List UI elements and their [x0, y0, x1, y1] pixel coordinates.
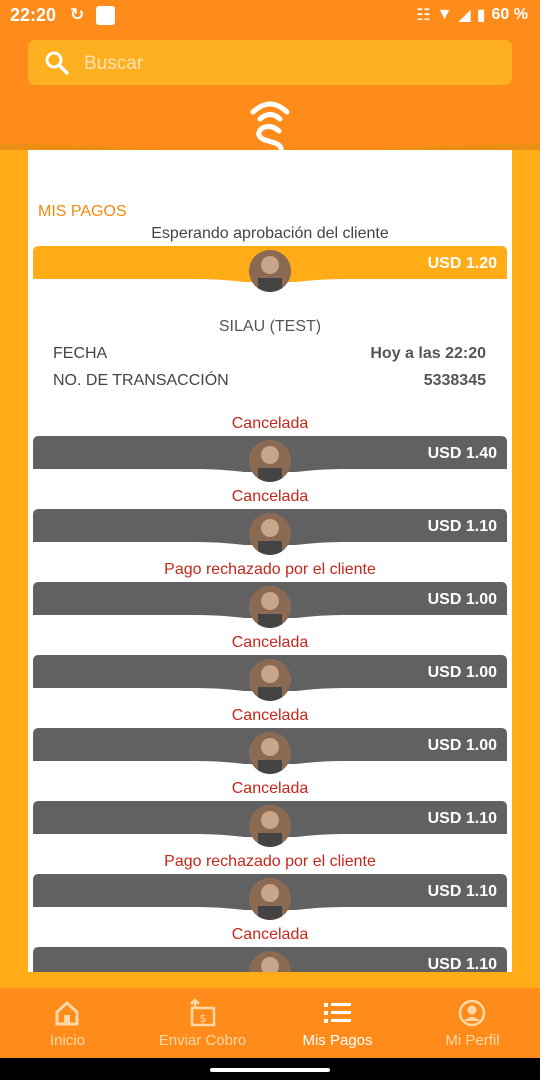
battery-level: 60 % — [491, 6, 528, 23]
clock: 22:20 — [10, 5, 57, 25]
signal-icon: ◢ — [458, 7, 471, 24]
system-icons: ☷ ▼ ◢ ▮ 60 % — [416, 5, 528, 25]
payment-bar[interactable]: USD 1.10 — [33, 801, 507, 847]
section-title: MIS PAGOS — [38, 203, 127, 220]
payment-amount: USD 1.10 — [427, 883, 497, 900]
avatar — [249, 659, 291, 701]
search-bar[interactable]: Buscar — [28, 40, 512, 85]
home-icon — [55, 1000, 79, 1026]
list-icon — [324, 1003, 351, 1023]
payment-status: Pago rechazado por el cliente — [164, 561, 376, 578]
nav-label: Mis Pagos — [302, 1032, 373, 1049]
profile-icon — [458, 999, 486, 1027]
wifi-icon: ▼ — [436, 6, 453, 23]
nav-item-enviar-cobro[interactable]: $ Enviar Cobro — [135, 988, 270, 1058]
payment-bar[interactable]: USD 1.20 — [33, 246, 507, 292]
payment-bar[interactable]: USD 1.00 — [33, 728, 507, 774]
vibrate-icon: ☷ — [416, 7, 431, 24]
payment-bar[interactable]: USD 1.40 — [33, 436, 507, 482]
payments-card: MIS PAGOS Esperando aprobación del clien… — [28, 150, 512, 972]
payment-amount: USD 1.40 — [427, 445, 497, 462]
battery-icon: ▮ — [476, 7, 486, 24]
payment-amount: USD 1.10 — [427, 956, 497, 972]
avatar — [249, 732, 291, 774]
payment-amount: USD 1.10 — [427, 518, 497, 535]
avatar — [249, 878, 291, 920]
transaction-value: 5338345 — [423, 372, 486, 389]
nav-item-inicio[interactable]: Inicio — [0, 988, 135, 1058]
avatar — [249, 586, 291, 628]
invoice-icon: $ — [190, 998, 216, 1027]
svg-text:$: $ — [200, 1012, 207, 1025]
payment-bar[interactable]: USD 1.00 — [33, 655, 507, 701]
nav-item-mis-pagos[interactable]: Mis Pagos — [270, 988, 405, 1058]
notification-icon — [96, 6, 115, 25]
payment-amount: USD 1.00 — [427, 664, 497, 681]
avatar — [249, 513, 291, 555]
date-label: FECHA — [53, 345, 108, 362]
avatar — [249, 440, 291, 482]
payment-amount: USD 1.20 — [427, 255, 497, 272]
avatar — [249, 805, 291, 847]
search-input[interactable]: Buscar — [84, 53, 143, 75]
search-icon — [45, 51, 69, 75]
payment-status: Pago rechazado por el cliente — [164, 853, 376, 870]
payment-status: Cancelada — [231, 634, 309, 651]
payment-status: Esperando aprobación del cliente — [151, 225, 389, 242]
payment-status: Cancelada — [231, 415, 309, 432]
date-value: Hoy a las 22:20 — [370, 345, 486, 362]
payment-status: Cancelada — [231, 926, 309, 943]
payment-bar[interactable]: USD 1.10 — [33, 874, 507, 920]
sync-icon: ↻ — [70, 5, 85, 24]
payment-bar[interactable]: USD 1.10 — [33, 947, 507, 972]
system-nav-bar — [0, 1058, 540, 1080]
avatar — [249, 250, 291, 292]
payment-status: Cancelada — [231, 488, 309, 505]
bottom-nav: Inicio $ Enviar Cobro Mis Pagos Mi Perfi… — [0, 988, 540, 1058]
transaction-label: NO. DE TRANSACCIÓN — [53, 372, 229, 389]
nav-label: Enviar Cobro — [158, 1032, 247, 1049]
payment-status: Cancelada — [231, 707, 309, 724]
nav-label: Inicio — [49, 1032, 86, 1049]
payment-bar[interactable]: USD 1.00 — [33, 582, 507, 628]
payment-amount: USD 1.00 — [427, 737, 497, 754]
payment-amount: USD 1.00 — [427, 591, 497, 608]
home-gesture-handle[interactable] — [210, 1068, 330, 1072]
nav-item-mi-perfil[interactable]: Mi Perfil — [405, 988, 540, 1058]
client-name: SILAU (TEST) — [218, 318, 322, 335]
avatar — [249, 951, 291, 972]
payment-status: Cancelada — [231, 780, 309, 797]
nav-label: Mi Perfil — [445, 1032, 500, 1049]
payment-amount: USD 1.10 — [427, 810, 497, 827]
payment-bar[interactable]: USD 1.10 — [33, 509, 507, 555]
status-bar: 22:20 ↻ ☷ ▼ ◢ ▮ 60 % — [0, 0, 540, 32]
